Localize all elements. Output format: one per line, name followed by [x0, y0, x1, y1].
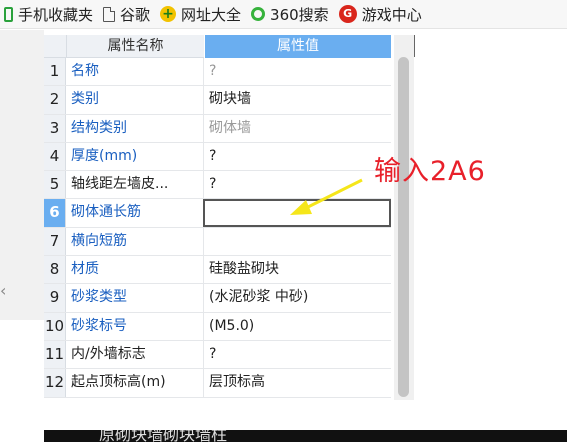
- table-row[interactable]: 12 起点顶标高(m) 层顶标高: [44, 369, 391, 398]
- search-360-icon: [251, 7, 266, 21]
- property-grid: 属性名称 属性值 1 名称 ? 2 类别 砌块墙 3 结构类别 砌体墙 4 厚度…: [44, 35, 391, 398]
- property-value[interactable]: [203, 227, 391, 256]
- row-number: 6: [44, 199, 66, 227]
- table-row[interactable]: 10 砂浆标号 (M5.0): [44, 312, 391, 341]
- property-value[interactable]: 砌块墙: [203, 86, 391, 114]
- table-row[interactable]: 11 内/外墙标志 ?: [44, 340, 391, 370]
- row-number: 3: [44, 114, 66, 142]
- property-value-input[interactable]: [203, 199, 391, 227]
- row-number: 12: [44, 369, 66, 397]
- property-value[interactable]: ?: [203, 142, 391, 171]
- table-row[interactable]: 7 横向短筋: [44, 227, 391, 257]
- bookmark-game-center[interactable]: G 游戏中心: [335, 0, 428, 28]
- bookmark-360-search[interactable]: 360搜索: [247, 0, 335, 28]
- row-number: 4: [44, 142, 66, 171]
- property-name: 材质: [71, 261, 99, 278]
- property-name: 轴线距左墙皮...: [71, 176, 169, 193]
- row-number: 11: [44, 340, 66, 369]
- grid-header: 属性名称 属性值: [44, 35, 391, 58]
- bottom-cutoff-text: 原砌块墙砌块墙柱: [99, 430, 228, 442]
- scrollbar-thumb[interactable]: [398, 57, 409, 397]
- column-header-value[interactable]: 属性值: [204, 35, 391, 58]
- property-name: 起点顶标高(m): [71, 374, 166, 391]
- vertical-scrollbar[interactable]: [394, 35, 414, 400]
- row-number: 7: [44, 227, 66, 256]
- property-name: 厚度(mm): [71, 147, 138, 164]
- row-number: 10: [44, 312, 66, 340]
- bookmarks-bar: 手机收藏夹 谷歌 + 网址大全 360搜索 G 游戏中心: [0, 0, 567, 29]
- bookmark-google[interactable]: 谷歌: [99, 0, 156, 28]
- column-header-name[interactable]: 属性名称: [67, 35, 204, 58]
- bookmark-label: 谷歌: [120, 5, 151, 24]
- table-row-selected[interactable]: 6 砌体通长筋: [44, 199, 391, 228]
- bookmark-mobile-favorites[interactable]: 手机收藏夹: [0, 0, 99, 28]
- property-name: 结构类别: [71, 119, 127, 136]
- row-number: 9: [44, 284, 66, 312]
- property-value[interactable]: ?: [203, 171, 391, 199]
- header-corner: [44, 35, 67, 58]
- bookmark-label: 手机收藏夹: [18, 5, 94, 24]
- bottom-cutoff-strip: 原砌块墙砌块墙柱: [44, 430, 567, 442]
- phone-icon: [4, 6, 13, 22]
- bookmark-label: 网址大全: [181, 5, 242, 24]
- annotation-text: 输入2A6: [374, 156, 486, 187]
- page-icon: [103, 6, 116, 22]
- game-icon: G: [338, 5, 357, 23]
- property-value[interactable]: (水泥砂浆 中砂): [203, 284, 391, 312]
- row-number: 5: [44, 171, 66, 199]
- left-panel-edge: [0, 30, 44, 320]
- row-number: 2: [44, 86, 66, 114]
- property-name: 类别: [71, 91, 99, 108]
- table-row[interactable]: 5 轴线距左墙皮... ?: [44, 171, 391, 200]
- property-value[interactable]: 层顶标高: [203, 369, 391, 397]
- property-value[interactable]: 硅酸盐砌块: [203, 256, 391, 284]
- property-name: 砌体通长筋: [71, 204, 141, 221]
- table-row[interactable]: 4 厚度(mm) ?: [44, 142, 391, 172]
- nav-plus-icon: +: [160, 6, 177, 22]
- property-name: 砂浆类型: [71, 289, 127, 306]
- collapse-arrow-icon[interactable]: ‹: [0, 281, 6, 300]
- table-row[interactable]: 3 结构类别 砌体墙: [44, 114, 391, 143]
- bookmark-url-directory[interactable]: + 网址大全: [156, 0, 247, 28]
- property-name: 内/外墙标志: [71, 345, 146, 362]
- property-name: 横向短筋: [71, 232, 127, 249]
- property-name: 名称: [71, 63, 99, 79]
- property-value[interactable]: ?: [203, 58, 391, 86]
- table-row[interactable]: 1 名称 ?: [44, 58, 391, 87]
- row-number: 1: [44, 58, 66, 86]
- bookmark-label: 游戏中心: [361, 5, 422, 24]
- bookmark-label: 360搜索: [270, 5, 329, 24]
- property-name: 砂浆标号: [71, 317, 127, 334]
- row-number: 8: [44, 256, 66, 284]
- table-row[interactable]: 8 材质 硅酸盐砌块: [44, 256, 391, 285]
- property-value[interactable]: 砌体墙: [203, 114, 391, 142]
- table-row[interactable]: 9 砂浆类型 (水泥砂浆 中砂): [44, 284, 391, 313]
- property-value[interactable]: ?: [203, 340, 391, 369]
- table-row[interactable]: 2 类别 砌块墙: [44, 86, 391, 115]
- property-value[interactable]: (M5.0): [203, 312, 391, 340]
